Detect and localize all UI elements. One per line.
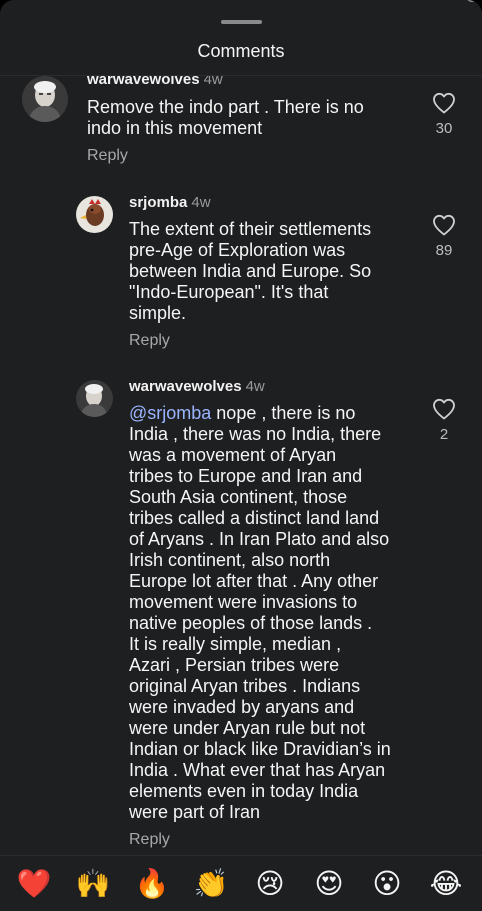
- comment-line: Azari , Persian tribes were: [129, 655, 340, 675]
- comment-line: were under Aryan rule but not: [129, 718, 366, 738]
- comment-reply-item: warwavewolves 4w @srjomba nope , there is…: [0, 378, 482, 856]
- comment-line-rest: nope , there is no: [211, 403, 356, 423]
- timestamp: 4w: [203, 76, 223, 88]
- comment-line: indo in this movement: [87, 118, 263, 138]
- like-count: 89: [435, 242, 453, 259]
- heart-icon[interactable]: [432, 214, 456, 236]
- like-count: 2: [439, 426, 449, 443]
- comment-line: India . What ever that has Aryan: [129, 760, 386, 780]
- comment-line: movement were invasions to: [129, 592, 358, 612]
- comment-meta: warwavewolves 4w: [129, 378, 265, 396]
- sheet-title: Comments: [197, 41, 285, 61]
- surprised-face-emoji-button[interactable]: 😮: [367, 868, 407, 900]
- comment-line: @srjomba nope , there is no: [129, 403, 391, 424]
- like-group: 2: [424, 398, 464, 444]
- like-group: 89: [424, 214, 464, 260]
- avatar[interactable]: [22, 76, 68, 122]
- comment-line: "Indo-European". It's that: [129, 282, 329, 302]
- raising-hands-emoji-button[interactable]: 🙌: [73, 868, 113, 900]
- avatar[interactable]: [76, 380, 113, 417]
- crying-face-emoji-button[interactable]: 😢: [250, 868, 290, 900]
- comment-line: was a movement of Aryan: [129, 445, 337, 465]
- mention-link[interactable]: @srjomba: [129, 403, 211, 423]
- comment-line: simple.: [129, 303, 187, 323]
- comment-line: Irish continent, also north: [129, 550, 331, 570]
- avatar[interactable]: [76, 196, 113, 233]
- comment-item: warwavewolves 4w Remove the indo part . T…: [0, 76, 482, 176]
- comment-line: elements even in today India: [129, 781, 359, 801]
- comment-text: @srjomba nope , there is no India , ther…: [129, 403, 391, 823]
- comment-line: South Asia continent, those: [129, 487, 348, 507]
- comment-line: tribes called a distinct land land: [129, 508, 380, 528]
- comments-sheet: Comments warwavewolves 4w Remove the indo…: [0, 0, 482, 911]
- fire-emoji-button[interactable]: 🔥: [132, 868, 172, 900]
- tears-of-joy-emoji-button[interactable]: 😂: [426, 868, 466, 900]
- heart-icon[interactable]: [432, 92, 456, 114]
- like-group: 30: [424, 92, 464, 138]
- username[interactable]: srjomba: [129, 194, 187, 211]
- heart-icon[interactable]: [432, 398, 456, 420]
- drag-handle[interactable]: [221, 20, 262, 24]
- comment-line: Indian or black like Dravidian’s in: [129, 739, 391, 759]
- status-indicator: [466, 0, 478, 2]
- comment-line: were invaded by aryans and: [129, 697, 355, 717]
- reply-button[interactable]: Reply: [129, 830, 170, 850]
- comment-line: of Aryans . In Iran Plato and also: [129, 529, 390, 549]
- comment-line: were part of Iran: [129, 802, 261, 822]
- comment-line: It is really simple, median ,: [129, 634, 342, 654]
- comment-line: India , there was no India, there: [129, 424, 382, 444]
- comments-list[interactable]: warwavewolves 4w Remove the indo part . T…: [0, 76, 482, 856]
- comment-line: Europe lot after that . Any other: [129, 571, 379, 591]
- timestamp: 4w: [245, 378, 265, 395]
- clapping-hands-emoji-button[interactable]: 👏: [191, 868, 231, 900]
- username[interactable]: warwavewolves: [87, 76, 200, 88]
- comment-line: between India and Europe. So: [129, 261, 372, 281]
- reply-button[interactable]: Reply: [87, 146, 128, 166]
- comment-line: Remove the indo part . There is no: [87, 97, 364, 117]
- like-count: 30: [435, 120, 453, 137]
- timestamp: 4w: [191, 194, 211, 211]
- comment-meta: srjomba 4w: [129, 194, 211, 212]
- comment-reply-item: srjomba 4w The extent of their settlement…: [0, 194, 482, 364]
- comment-line: native peoples of those lands .: [129, 613, 373, 633]
- emoji-reaction-bar: ❤️ 🙌 🔥 👏 😢 😍 😮 😂: [0, 855, 482, 911]
- comment-line: tribes to Europe and Iran and: [129, 466, 363, 486]
- red-heart-emoji-button[interactable]: ❤️: [14, 868, 54, 900]
- comment-line: original Aryan tribes . Indians: [129, 676, 361, 696]
- username[interactable]: warwavewolves: [129, 378, 242, 395]
- heart-eyes-emoji-button[interactable]: 😍: [309, 868, 349, 900]
- comment-meta: warwavewolves 4w: [87, 76, 223, 89]
- comment-text: Remove the indo part . There is no indo …: [87, 97, 364, 139]
- comment-line: The extent of their settlements: [129, 219, 372, 239]
- comment-line: pre-Age of Exploration was: [129, 240, 346, 260]
- reply-button[interactable]: Reply: [129, 331, 170, 351]
- comment-text: The extent of their settlements pre-Age …: [129, 219, 371, 324]
